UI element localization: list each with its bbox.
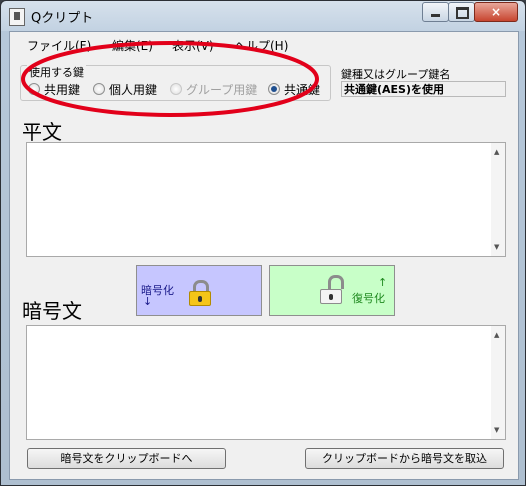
ciphertext-scrollbar[interactable]: ▲ ▼ [491, 326, 505, 439]
client-area: ファイル(F) 編集(E) 表示(V) ヘルプ(H) 使用する鍵 共用鍵 個人用… [9, 31, 519, 480]
menu-file[interactable]: ファイル(F) [27, 37, 91, 54]
scroll-up-icon[interactable]: ▲ [494, 331, 499, 339]
radio-common-key-label: 共通鍵 [284, 83, 321, 97]
scroll-down-icon[interactable]: ▼ [494, 426, 499, 434]
close-icon: × [490, 5, 502, 19]
minimize-button[interactable] [422, 2, 449, 22]
menu-bar: ファイル(F) 編集(E) 表示(V) ヘルプ(H) [10, 32, 518, 56]
radio-indicator [93, 83, 105, 95]
import-ciphertext-from-clipboard-button[interactable]: クリップボードから暗号文を取込 [305, 448, 504, 469]
radio-indicator [268, 83, 280, 95]
menu-edit[interactable]: 編集(E) [112, 37, 153, 54]
window-title: Qクリプト [31, 11, 94, 26]
ciphertext-title: 暗号文 [22, 299, 82, 323]
maximize-icon [456, 7, 469, 19]
app-window: Qクリプト × ファイル(F) 編集(E) 表示(V) ヘルプ(H) 使用する鍵… [0, 0, 526, 486]
scroll-up-icon[interactable]: ▲ [494, 148, 499, 156]
radio-indicator [170, 83, 182, 95]
menu-help[interactable]: ヘルプ(H) [234, 37, 288, 54]
locked-padlock-icon [189, 280, 211, 306]
title-bar[interactable]: Qクリプト × [1, 1, 525, 31]
menu-view[interactable]: 表示(V) [172, 37, 214, 54]
key-name-value: 共通鍵(AES)を使用 [341, 81, 506, 97]
key-name-label: 鍵種又はグループ鍵名 [341, 68, 451, 81]
key-type-legend: 使用する鍵 [27, 64, 86, 80]
copy-ciphertext-to-clipboard-button[interactable]: 暗号文をクリップボードへ [27, 448, 226, 469]
close-button[interactable]: × [474, 2, 518, 22]
down-arrow-icon: ↓ [143, 295, 153, 308]
scroll-down-icon[interactable]: ▼ [494, 243, 499, 251]
radio-shared-key-label: 共用鍵 [44, 83, 81, 97]
maximize-button[interactable] [448, 2, 475, 22]
decrypt-label: 復号化 [352, 292, 385, 305]
radio-personal-key-label: 個人用鍵 [109, 83, 158, 97]
plaintext-title: 平文 [22, 120, 62, 144]
encrypt-button[interactable]: 暗号化 ↓ [136, 265, 262, 316]
plaintext-scrollbar[interactable]: ▲ ▼ [491, 143, 505, 256]
ciphertext-textarea[interactable]: ▲ ▼ [26, 325, 506, 440]
unlocked-padlock-icon [320, 275, 344, 304]
plaintext-textarea[interactable]: ▲ ▼ [26, 142, 506, 257]
radio-indicator [28, 83, 40, 95]
app-icon [9, 8, 25, 26]
minimize-icon [431, 14, 440, 17]
up-arrow-icon: ↑ [378, 276, 388, 289]
radio-group-key-label: グループ用鍵 [186, 83, 258, 97]
decrypt-button[interactable]: ↑ 復号化 [269, 265, 395, 316]
